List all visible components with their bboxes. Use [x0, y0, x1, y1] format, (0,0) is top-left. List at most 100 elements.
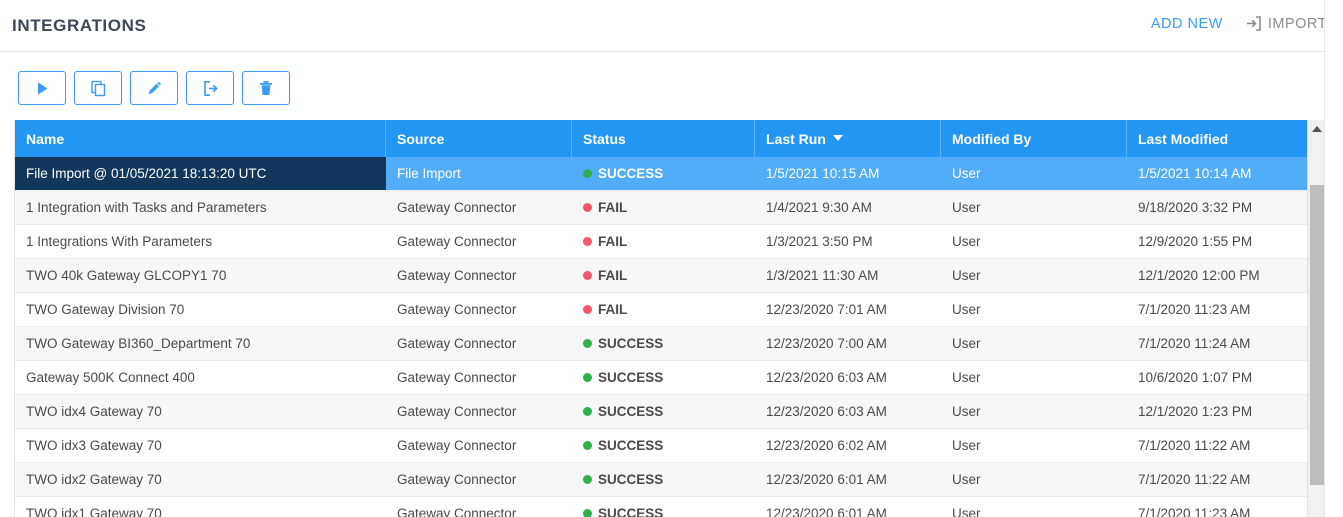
cell-name: TWO idx1 Gateway 70	[26, 506, 162, 517]
column-header-last-run[interactable]: Last Run	[755, 120, 941, 157]
status-badge: FAIL	[598, 200, 628, 215]
cell-modified-by: User	[952, 302, 981, 317]
column-header-modified-by-label: Modified By	[952, 130, 1032, 147]
cell-last-modified: 7/1/2020 11:23 AM	[1138, 506, 1251, 517]
cell-modified-by: User	[952, 166, 981, 181]
cell-modified-by: User	[952, 268, 981, 283]
top-bar: INTEGRATIONS ADD NEW IMPORT	[0, 0, 1343, 52]
table-row[interactable]: 1 Integrations With Parameters Gateway Co…	[15, 225, 1307, 258]
status-dot-fail	[583, 203, 592, 212]
table-row[interactable]: Gateway 500K Connect 400 Gateway Connecto…	[15, 361, 1307, 394]
cell-last-run: 1/3/2021 11:30 AM	[766, 268, 879, 283]
table-row[interactable]: 1 Integration with Tasks and Parameters G…	[15, 191, 1307, 224]
cell-name: TWO 40k Gateway GLCOPY1 70	[26, 268, 227, 283]
run-button[interactable]	[18, 71, 66, 105]
cell-status: FAIL	[572, 268, 755, 283]
cell-status: FAIL	[572, 302, 755, 317]
grid-header-row: Name Source Status Last Run Modified By …	[15, 120, 1307, 157]
table-row[interactable]: TWO Gateway BI360_Department 70 Gateway C…	[15, 327, 1307, 360]
cell-source: Gateway Connector	[397, 200, 517, 215]
status-dot-success	[583, 373, 592, 382]
scrollbar-thumb[interactable]	[1310, 185, 1324, 485]
table-row[interactable]: TWO 40k Gateway GLCOPY1 70 Gateway Connec…	[15, 259, 1307, 292]
cell-status: FAIL	[572, 200, 755, 215]
play-icon	[35, 81, 50, 96]
cell-status: SUCCESS	[572, 438, 755, 453]
status-badge: FAIL	[598, 302, 628, 317]
chevron-up-icon	[1311, 126, 1322, 132]
trash-icon	[258, 80, 274, 97]
cell-modified-by: User	[952, 370, 981, 385]
import-button[interactable]: IMPORT	[1245, 15, 1327, 32]
add-new-button[interactable]: ADD NEW	[1151, 16, 1223, 32]
column-header-source[interactable]: Source	[386, 120, 572, 157]
column-header-last-modified[interactable]: Last Modified	[1127, 120, 1307, 157]
status-badge: FAIL	[598, 268, 628, 283]
table-row[interactable]: File Import @ 01/05/2021 18:13:20 UTC Fil…	[15, 157, 1307, 190]
table-row[interactable]: TWO idx3 Gateway 70 Gateway Connector SUCC…	[15, 429, 1307, 462]
edit-button[interactable]	[130, 71, 178, 105]
grid-body: File Import @ 01/05/2021 18:13:20 UTC Fil…	[15, 157, 1307, 517]
import-label: IMPORT	[1267, 15, 1327, 32]
cell-name: TWO idx3 Gateway 70	[26, 438, 162, 453]
cell-modified-by: User	[952, 506, 981, 517]
column-header-modified-by[interactable]: Modified By	[941, 120, 1127, 157]
cell-modified-by: User	[952, 336, 981, 351]
cell-modified-by: User	[952, 404, 981, 419]
table-row[interactable]: TWO idx2 Gateway 70 Gateway Connector SUCC…	[15, 463, 1307, 496]
cell-source: Gateway Connector	[397, 234, 517, 249]
cell-last-modified: 12/1/2020 1:23 PM	[1138, 404, 1253, 419]
status-dot-success	[583, 407, 592, 416]
cell-last-run: 12/23/2020 6:03 AM	[766, 370, 887, 385]
table-row[interactable]: TWO idx1 Gateway 70 Gateway Connector SUCC…	[15, 497, 1307, 517]
cell-name: File Import @ 01/05/2021 18:13:20 UTC	[15, 157, 386, 190]
column-header-status-label: Status	[583, 130, 626, 147]
pencil-icon	[146, 80, 163, 97]
table-row[interactable]: TWO idx4 Gateway 70 Gateway Connector SUCC…	[15, 395, 1307, 428]
delete-button[interactable]	[242, 71, 290, 105]
cell-last-modified: 1/5/2021 10:14 AM	[1138, 166, 1252, 181]
cell-status: SUCCESS	[572, 506, 755, 517]
grid-vertical-scrollbar[interactable]	[1307, 120, 1324, 517]
cell-source: File Import	[397, 166, 461, 181]
cell-last-modified: 12/1/2020 12:00 PM	[1138, 268, 1260, 283]
cell-last-run: 12/23/2020 7:01 AM	[766, 302, 887, 317]
cell-source: Gateway Connector	[397, 506, 517, 517]
export-button[interactable]	[186, 71, 234, 105]
status-badge: SUCCESS	[598, 404, 664, 419]
cell-name: 1 Integration with Tasks and Parameters	[26, 200, 267, 215]
copy-button[interactable]	[74, 71, 122, 105]
column-header-last-run-label: Last Run	[766, 130, 826, 147]
cell-last-run: 12/23/2020 6:01 AM	[766, 472, 887, 487]
status-badge: SUCCESS	[598, 438, 664, 453]
status-badge: SUCCESS	[598, 472, 664, 487]
integrations-grid: Name Source Status Last Run Modified By …	[14, 120, 1324, 517]
cell-last-run: 1/3/2021 3:50 PM	[766, 234, 873, 249]
status-badge: SUCCESS	[598, 336, 664, 351]
scroll-up-button[interactable]	[1308, 120, 1324, 138]
cell-status: SUCCESS	[572, 370, 755, 385]
cell-name: TWO Gateway BI360_Department 70	[26, 336, 251, 351]
cell-source: Gateway Connector	[397, 438, 517, 453]
column-header-last-modified-label: Last Modified	[1138, 130, 1229, 147]
cell-status: SUCCESS	[572, 404, 755, 419]
cell-last-run: 12/23/2020 6:02 AM	[766, 438, 887, 453]
cell-name: TWO idx2 Gateway 70	[26, 472, 162, 487]
page-title: INTEGRATIONS	[12, 16, 147, 35]
status-badge: FAIL	[598, 234, 628, 249]
cell-source: Gateway Connector	[397, 404, 517, 419]
cell-modified-by: User	[952, 200, 981, 215]
cell-last-modified: 12/9/2020 1:55 PM	[1138, 234, 1253, 249]
cell-status: SUCCESS	[572, 336, 755, 351]
top-bar-actions: ADD NEW IMPORT	[1151, 15, 1327, 32]
action-toolbar	[18, 71, 290, 105]
cell-last-modified: 7/1/2020 11:24 AM	[1138, 336, 1251, 351]
cell-name: TWO idx4 Gateway 70	[26, 404, 162, 419]
cell-modified-by: User	[952, 472, 981, 487]
table-row[interactable]: TWO Gateway Division 70 Gateway Connector…	[15, 293, 1307, 326]
column-header-name[interactable]: Name	[15, 120, 386, 157]
status-dot-success	[583, 475, 592, 484]
copy-icon	[90, 80, 107, 97]
cell-last-run: 12/23/2020 6:01 AM	[766, 506, 887, 517]
column-header-status[interactable]: Status	[572, 120, 755, 157]
